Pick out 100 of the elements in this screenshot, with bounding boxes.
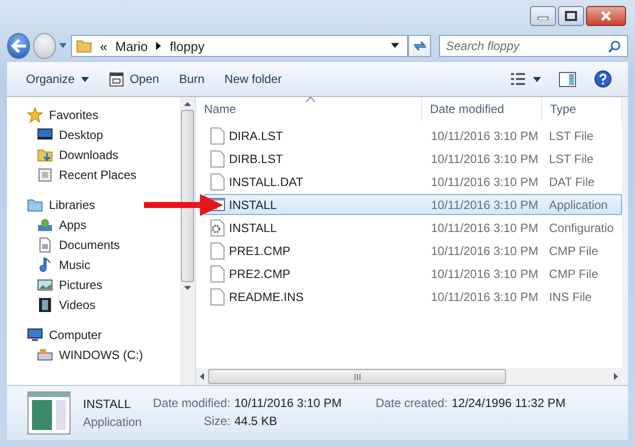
toolbar-button[interactable]: Organize	[19, 69, 96, 89]
file-icon	[209, 288, 225, 306]
nav-item[interactable]: Downloads	[27, 145, 118, 165]
file-name: INSTALL	[83, 397, 132, 411]
type-cell-text: INS File	[548, 290, 593, 304]
nav-icon	[37, 167, 53, 183]
nav-item[interactable]: Music	[27, 255, 90, 275]
close-button[interactable]	[586, 6, 626, 26]
type-cell-text: DAT File	[548, 174, 596, 188]
detail-value: 12/24/1996 11:32 PM	[452, 396, 566, 410]
file-row[interactable]: PRE2.CMP 10/11/2016 3:10 PM CMP File	[204, 263, 622, 284]
minimize-button[interactable]	[530, 6, 556, 26]
toolbar-button[interactable]: Burn	[172, 69, 212, 89]
date-cell-text: 10/11/2016 3:10 PM	[430, 290, 540, 304]
overflow-chevron[interactable]: «	[100, 38, 108, 54]
nav-item[interactable]: Computer	[27, 325, 102, 345]
type-cell-text: Application	[548, 198, 609, 212]
column-header[interactable]: Type	[542, 97, 622, 121]
scrollbar-thumb[interactable]	[181, 110, 194, 282]
nav-icon	[37, 217, 53, 233]
nav-item[interactable]: Desktop	[27, 125, 104, 145]
scroll-down-icon[interactable]	[184, 286, 191, 290]
nav-icon	[37, 347, 53, 363]
nav-icon	[27, 197, 43, 213]
folder-icon	[76, 38, 92, 54]
nav-item[interactable]: Libraries	[27, 195, 96, 215]
search-field[interactable]: Search floppy	[439, 35, 628, 57]
nav-item[interactable]: Favorites	[27, 105, 98, 125]
file-icon	[209, 150, 225, 168]
scroll-left-icon[interactable]	[200, 373, 204, 380]
file-row[interactable]: README.INS 10/11/2016 3:10 PM INS File	[204, 286, 622, 307]
type-cell-text: LST File	[548, 152, 594, 166]
toolbar-button[interactable]: New folder	[217, 69, 289, 89]
file-icon	[209, 126, 225, 144]
file-name: PRE2.CMP	[229, 266, 290, 280]
file-name: PRE1.CMP	[229, 244, 290, 258]
nav-icon	[37, 147, 53, 163]
file-name: INSTALL.DAT	[229, 174, 304, 188]
refresh-icon	[412, 39, 428, 53]
date-cell-text: 10/11/2016 3:10 PM	[430, 152, 540, 166]
maximize-button[interactable]	[558, 6, 584, 26]
caret-icon	[80, 76, 89, 82]
nav-icon	[37, 277, 53, 293]
nav-item[interactable]: Pictures	[27, 275, 102, 295]
date-cell-text: 10/11/2016 3:10 PM	[430, 174, 540, 188]
column-header[interactable]: Name	[196, 97, 422, 121]
detail-value: 10/11/2016 3:10 PM	[234, 396, 342, 410]
file-icon	[209, 264, 225, 282]
date-cell-text: 10/11/2016 3:10 PM	[430, 266, 540, 280]
file-name: INSTALL	[229, 198, 277, 212]
toolbar-button[interactable]: Open	[102, 68, 166, 90]
file-icon	[209, 172, 225, 190]
sort-caret-icon	[306, 97, 315, 102]
search-icon[interactable]	[608, 40, 621, 53]
nav-item[interactable]: Apps	[27, 215, 86, 235]
refresh-button[interactable]	[408, 35, 431, 57]
file-name: README.INS	[229, 290, 304, 304]
window-icon	[108, 72, 124, 86]
date-cell-text: 10/11/2016 3:10 PM	[430, 244, 540, 258]
chevron-icon[interactable]	[156, 42, 162, 50]
vertical-scrollbar[interactable]	[180, 97, 195, 385]
address-bar[interactable]: « Mario floppy	[71, 35, 408, 57]
nav-item[interactable]: Videos	[27, 295, 96, 315]
file-row[interactable]: INSTALL 10/11/2016 3:10 PM Configuratio	[204, 217, 622, 238]
file-row[interactable]: DIRB.LST 10/11/2016 3:10 PM LST File	[204, 148, 622, 169]
nav-item[interactable]: Recent Places	[27, 165, 136, 185]
date-cell-text: 10/11/2016 3:10 PM	[430, 198, 540, 212]
file-row[interactable]: DIRA.LST 10/11/2016 3:10 PM LST File	[204, 125, 622, 146]
detail-label: Date created:	[376, 396, 448, 410]
caret-icon[interactable]	[391, 43, 399, 49]
file-row[interactable]: PRE1.CMP 10/11/2016 3:10 PM CMP File	[204, 240, 622, 261]
file-type: Application	[83, 415, 141, 429]
nav-icon	[37, 257, 53, 273]
scroll-up-icon[interactable]	[184, 102, 191, 106]
nav-icon	[27, 107, 43, 123]
horizontal-scrollbar[interactable]	[196, 368, 622, 385]
scrollbar-thumb[interactable]	[208, 369, 506, 384]
nav-item[interactable]: WINDOWS (C:)	[27, 345, 143, 365]
column-header[interactable]: Date modified	[422, 97, 542, 121]
nav-icon	[37, 297, 53, 313]
file-icon	[209, 218, 225, 236]
back-button[interactable]	[7, 33, 30, 59]
breadcrumb[interactable]: Mario	[115, 38, 148, 54]
date-cell-text: 10/11/2016 3:10 PM	[430, 220, 540, 234]
scroll-right-icon[interactable]	[614, 373, 618, 380]
file-name: INSTALL	[229, 220, 277, 234]
close-icon	[600, 11, 612, 21]
nav-item[interactable]: Documents	[27, 235, 120, 255]
date-cell-text: 10/11/2016 3:10 PM	[430, 128, 540, 142]
detail-label: Size:	[202, 414, 230, 428]
breadcrumb[interactable]: floppy	[170, 38, 204, 54]
file-name: DIRA.LST	[229, 128, 284, 142]
type-cell-text: LST File	[548, 128, 594, 142]
maximize-icon	[565, 11, 577, 21]
file-name: DIRB.LST	[229, 152, 284, 166]
nav-icon	[27, 327, 43, 343]
file-row[interactable]: INSTALL.DAT 10/11/2016 3:10 PM DAT File	[204, 171, 622, 192]
detail-label: Date modified:	[153, 396, 230, 410]
type-cell-text: CMP File	[548, 266, 600, 280]
back-arrow-icon	[10, 39, 28, 53]
